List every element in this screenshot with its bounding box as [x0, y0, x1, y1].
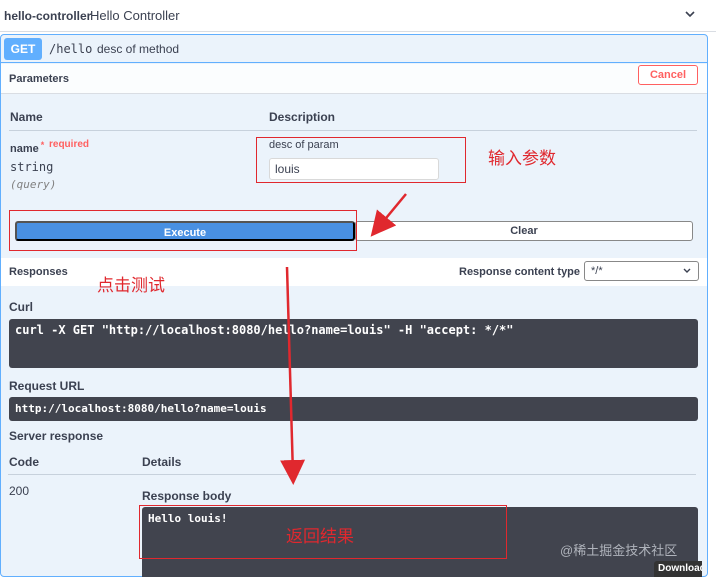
watermark: @稀土掘金技术社区: [560, 543, 678, 558]
arrow-to-execute: [370, 193, 407, 237]
arrow-to-result: [280, 266, 306, 485]
annotation-arrows: [280, 193, 407, 485]
